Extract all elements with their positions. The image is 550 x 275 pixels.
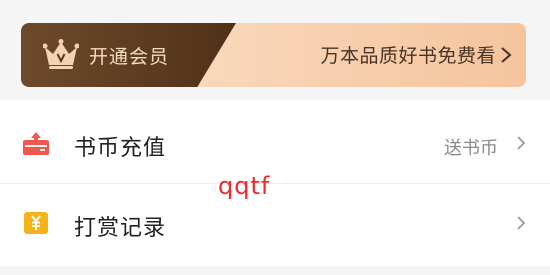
menu-item-reward-record[interactable]: 打赏记录 bbox=[0, 185, 550, 265]
vip-title: 开通会员 bbox=[89, 46, 170, 68]
top-area: 开通会员 万本品质好书免费看 bbox=[0, 0, 550, 100]
menu-item-recharge[interactable]: 书币充值 送书币 bbox=[0, 105, 550, 185]
vip-promo-text: 万本品质好书免费看 bbox=[320, 45, 496, 67]
menu-item-label: 书币充值 bbox=[74, 136, 167, 161]
menu-item-sub: 送书币 bbox=[444, 138, 498, 159]
chevron-right-icon bbox=[517, 216, 526, 230]
chevron-right-icon bbox=[501, 47, 512, 63]
recharge-box-icon bbox=[23, 132, 49, 155]
section-divider bbox=[0, 266, 550, 275]
menu-item-label: 打赏记录 bbox=[74, 216, 167, 241]
yuan-coin-icon bbox=[24, 212, 48, 234]
vip-banner[interactable]: 开通会员 万本品质好书免费看 bbox=[21, 23, 526, 87]
chevron-right-icon bbox=[517, 136, 526, 150]
divider bbox=[0, 183, 550, 184]
crown-icon bbox=[43, 39, 79, 69]
watermark-text: qqtf bbox=[218, 172, 271, 200]
